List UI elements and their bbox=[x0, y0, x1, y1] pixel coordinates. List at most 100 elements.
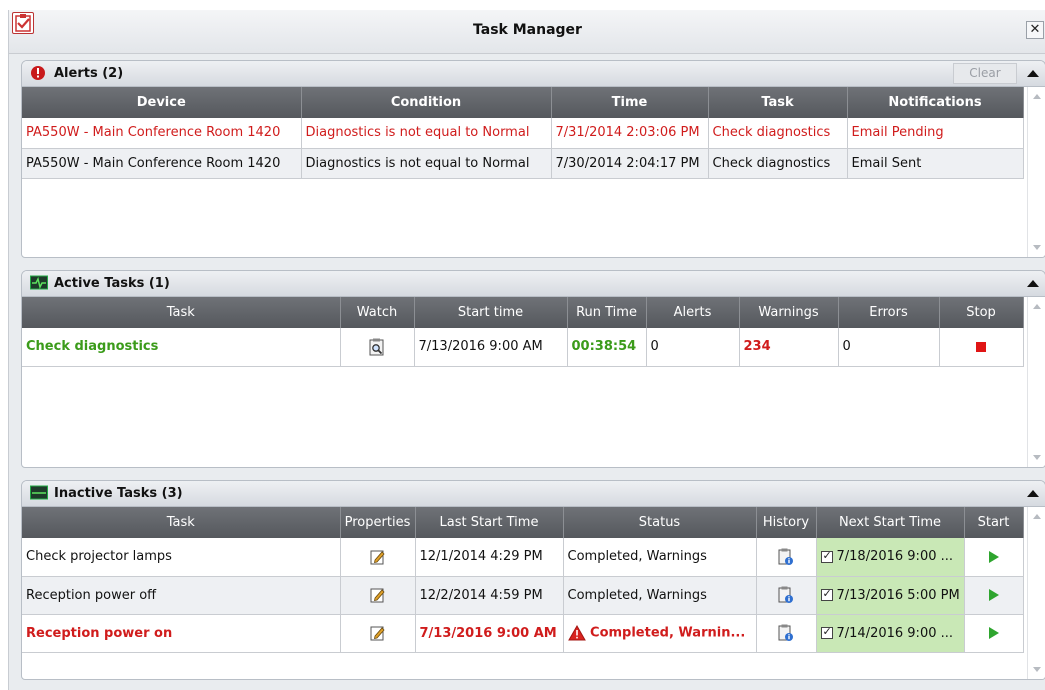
column-header-errors[interactable]: Errors bbox=[838, 297, 940, 328]
status-cell: Completed, Warnings bbox=[563, 538, 757, 577]
collapse-arrow-icon[interactable] bbox=[1027, 490, 1039, 497]
stop-cell[interactable] bbox=[939, 328, 1024, 367]
active-tasks-scrollbar[interactable] bbox=[1027, 297, 1045, 467]
inactive-tasks-title: Inactive Tasks (3) bbox=[54, 486, 183, 501]
checkbox-icon[interactable] bbox=[820, 625, 833, 639]
column-header-alerts[interactable]: Alerts bbox=[646, 297, 740, 328]
last-start-cell: 12/2/2014 4:59 PM bbox=[415, 576, 564, 615]
notifications-cell: Email Pending bbox=[847, 118, 1024, 149]
history-info-icon[interactable] bbox=[778, 624, 794, 642]
warning-triangle-icon bbox=[567, 625, 586, 641]
condition-cell: Diagnostics is not equal to Normal bbox=[301, 118, 552, 149]
scroll-up-icon[interactable] bbox=[1033, 514, 1041, 519]
inactive-tasks-panel-header[interactable]: Inactive Tasks (3) bbox=[22, 481, 1045, 507]
watch-cell[interactable] bbox=[340, 328, 415, 367]
last-start-cell: 12/1/2014 4:29 PM bbox=[415, 538, 564, 577]
properties-cell[interactable] bbox=[340, 576, 416, 615]
alerts-panel-header[interactable]: Alerts (2) Clear bbox=[22, 61, 1045, 87]
warnings-cell: 234 bbox=[739, 328, 839, 367]
column-header-status[interactable]: Status bbox=[563, 507, 757, 538]
column-header-device[interactable]: Device bbox=[22, 87, 302, 118]
history-cell[interactable] bbox=[756, 576, 817, 615]
table-row[interactable]: PA550W - Main Conference Room 1420 Diagn… bbox=[22, 148, 1024, 179]
next-start-value: 7/14/2016 9:00 ... bbox=[836, 625, 954, 641]
device-cell: PA550W - Main Conference Room 1420 bbox=[22, 148, 302, 179]
scroll-up-icon[interactable] bbox=[1033, 304, 1041, 309]
collapse-arrow-icon[interactable] bbox=[1027, 280, 1039, 287]
properties-cell[interactable] bbox=[340, 614, 416, 653]
properties-edit-icon[interactable] bbox=[370, 587, 386, 603]
column-header-notifications[interactable]: Notifications bbox=[847, 87, 1024, 118]
column-header-start[interactable]: Start bbox=[964, 507, 1024, 538]
title-bar: Task Manager ✕ bbox=[9, 10, 1045, 54]
inactive-tasks-panel: Inactive Tasks (3) Task Properties Last … bbox=[21, 480, 1045, 680]
properties-edit-icon[interactable] bbox=[370, 625, 386, 641]
play-icon[interactable] bbox=[988, 627, 999, 639]
table-row[interactable]: Reception power off 12/2/2014 4:59 PM Co… bbox=[22, 576, 1024, 615]
next-start-cell[interactable]: 7/18/2016 9:00 ... bbox=[816, 538, 965, 577]
column-header-last-start-time[interactable]: Last Start Time bbox=[415, 507, 564, 538]
watch-magnifier-icon[interactable] bbox=[369, 338, 385, 356]
activity-monitor-icon bbox=[30, 275, 48, 290]
close-button[interactable]: ✕ bbox=[1026, 21, 1044, 39]
scroll-down-icon[interactable] bbox=[1033, 667, 1041, 672]
properties-cell[interactable] bbox=[340, 538, 416, 577]
start-cell[interactable] bbox=[964, 576, 1024, 615]
play-icon[interactable] bbox=[988, 589, 999, 601]
column-header-warnings[interactable]: Warnings bbox=[739, 297, 839, 328]
clear-button[interactable]: Clear bbox=[953, 63, 1017, 84]
task-cell: Check diagnostics bbox=[708, 118, 848, 149]
checkbox-icon[interactable] bbox=[820, 549, 833, 563]
scroll-up-icon[interactable] bbox=[1033, 94, 1041, 99]
alerts-scrollbar[interactable] bbox=[1027, 87, 1045, 257]
checkbox-icon[interactable] bbox=[820, 587, 833, 601]
status-cell: Completed, Warnings bbox=[563, 576, 757, 615]
active-tasks-title: Active Tasks (1) bbox=[54, 276, 170, 291]
column-header-condition[interactable]: Condition bbox=[301, 87, 552, 118]
column-header-properties[interactable]: Properties bbox=[340, 507, 416, 538]
active-tasks-table: Task Watch Start time Run Time Alerts Wa… bbox=[22, 297, 1024, 367]
stop-icon[interactable] bbox=[976, 341, 986, 352]
alerts-panel: Alerts (2) Clear Device Condition Time T… bbox=[21, 60, 1045, 258]
history-info-icon[interactable] bbox=[778, 548, 794, 566]
task-cell: Reception power on bbox=[22, 614, 341, 653]
play-icon[interactable] bbox=[988, 550, 999, 563]
start-time-cell: 7/13/2016 9:00 AM bbox=[414, 328, 568, 367]
column-header-next-start-time[interactable]: Next Start Time bbox=[816, 507, 965, 538]
history-cell[interactable] bbox=[756, 538, 817, 577]
next-start-cell[interactable]: 7/14/2016 9:00 ... bbox=[816, 614, 965, 653]
next-start-value: 7/13/2016 5:00 PM bbox=[836, 587, 960, 603]
next-start-cell[interactable]: 7/13/2016 5:00 PM bbox=[816, 576, 965, 615]
column-header-start-time[interactable]: Start time bbox=[414, 297, 568, 328]
next-start-value: 7/18/2016 9:00 ... bbox=[836, 549, 954, 565]
condition-cell: Diagnostics is not equal to Normal bbox=[301, 148, 552, 179]
column-header-history[interactable]: History bbox=[756, 507, 817, 538]
task-cell: Reception power off bbox=[22, 576, 341, 615]
table-row[interactable]: Reception power on 7/13/2016 9:00 AM Com… bbox=[22, 614, 1024, 653]
alerts-table: Device Condition Time Task Notifications… bbox=[22, 87, 1024, 179]
table-row[interactable]: PA550W - Main Conference Room 1420 Diagn… bbox=[22, 118, 1024, 149]
column-header-time[interactable]: Time bbox=[551, 87, 709, 118]
history-info-icon[interactable] bbox=[778, 586, 794, 604]
properties-edit-icon[interactable] bbox=[370, 549, 386, 565]
scroll-down-icon[interactable] bbox=[1033, 455, 1041, 460]
start-cell[interactable] bbox=[964, 614, 1024, 653]
active-tasks-panel-header[interactable]: Active Tasks (1) bbox=[22, 271, 1045, 297]
column-header-watch[interactable]: Watch bbox=[340, 297, 415, 328]
table-row[interactable]: Check diagnostics 7/13/2016 9:00 AM 00:3… bbox=[22, 328, 1024, 367]
column-header-stop[interactable]: Stop bbox=[939, 297, 1024, 328]
column-header-task[interactable]: Task bbox=[22, 297, 341, 328]
last-start-cell: 7/13/2016 9:00 AM bbox=[415, 614, 564, 653]
start-cell[interactable] bbox=[964, 538, 1024, 577]
collapse-arrow-icon[interactable] bbox=[1027, 70, 1039, 77]
inactive-header-row: Task Properties Last Start Time Status H… bbox=[22, 507, 1024, 538]
inactive-tasks-scrollbar[interactable] bbox=[1027, 507, 1045, 679]
column-header-task[interactable]: Task bbox=[22, 507, 341, 538]
scroll-down-icon[interactable] bbox=[1033, 245, 1041, 250]
column-header-task[interactable]: Task bbox=[708, 87, 848, 118]
history-cell[interactable] bbox=[756, 614, 817, 653]
column-header-run-time[interactable]: Run Time bbox=[567, 297, 647, 328]
task-cell: Check diagnostics bbox=[22, 328, 341, 367]
table-row[interactable]: Check projector lamps 12/1/2014 4:29 PM … bbox=[22, 538, 1024, 577]
device-cell: PA550W - Main Conference Room 1420 bbox=[22, 118, 302, 149]
